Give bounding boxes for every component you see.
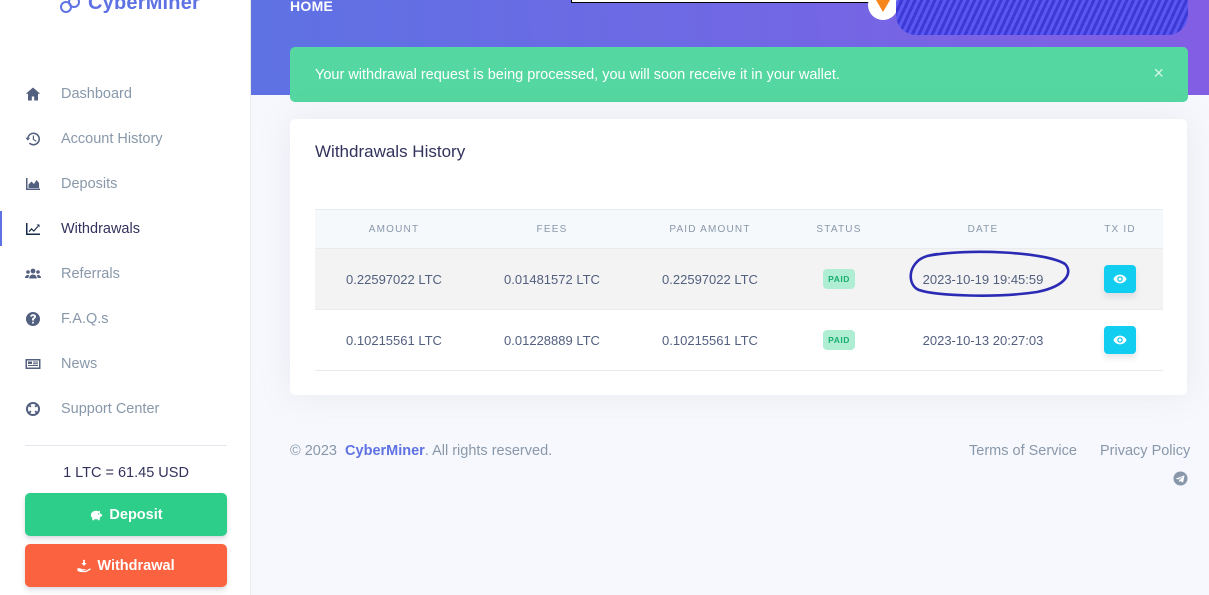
eye-icon: [1113, 335, 1127, 345]
sidebar-item-label: Withdrawals: [61, 220, 140, 237]
fees-cell: 0.01481572 LTC: [504, 271, 600, 287]
close-icon[interactable]: ×: [1153, 63, 1164, 83]
date-cell: 2023-10-19 19:45:59: [889, 250, 1077, 297]
table-header: AMOUNT FEES PAID AMOUNT STATUS DATE TX I…: [315, 209, 1163, 249]
withdrawal-button[interactable]: Withdrawal: [25, 544, 227, 587]
withdrawal-button-label: Withdrawal: [97, 557, 175, 574]
sidebar-nav: Dashboard Account History Deposits Withd…: [0, 71, 251, 431]
view-tx-button[interactable]: [1104, 265, 1136, 293]
status-badge: PAID: [823, 330, 855, 350]
tx-id-cell: [1077, 326, 1163, 354]
date-text: 2023-10-19 19:45:59: [922, 271, 1044, 287]
card-title: Withdrawals History: [315, 142, 466, 161]
sidebar-item-label: Dashboard: [61, 85, 132, 102]
lifebuoy-icon: [24, 400, 42, 418]
sidebar-divider: [25, 445, 227, 446]
sidebar-item-withdrawals[interactable]: Withdrawals: [0, 206, 251, 251]
sidebar-item-support-center[interactable]: Support Center: [0, 386, 251, 431]
paid-amount-cell: 0.22597022 LTC: [662, 271, 758, 287]
sidebar-item-label: Deposits: [61, 175, 118, 192]
sidebar-item-dashboard[interactable]: Dashboard: [0, 71, 251, 116]
withdrawals-table: AMOUNT FEES PAID AMOUNT STATUS DATE TX I…: [315, 209, 1163, 371]
sidebar: CyberMiner Dashboard Account History Dep…: [0, 0, 251, 595]
sidebar-item-label: Account History: [61, 130, 163, 147]
date-cell: 2023-10-13 20:27:03: [922, 332, 1044, 348]
status-cell: PAID: [789, 330, 889, 350]
amount-cell: 0.22597022 LTC: [346, 271, 442, 287]
column-header-tx-id: TX ID: [1104, 223, 1136, 235]
logo-icon: [58, 0, 84, 15]
redacted-username: [896, 0, 1188, 35]
footer-brand-link[interactable]: CyberMiner: [345, 443, 425, 459]
history-icon: [24, 130, 42, 148]
sidebar-item-label: Referrals: [61, 265, 120, 282]
fees-cell: 0.01228889 LTC: [504, 332, 600, 348]
status-cell: PAID: [789, 269, 889, 289]
column-header-amount: AMOUNT: [368, 223, 420, 235]
copyright-prefix: © 2023: [290, 443, 337, 459]
brand-logo[interactable]: CyberMiner: [58, 0, 200, 15]
alert-message: Your withdrawal request is being process…: [315, 66, 840, 83]
avatar[interactable]: [868, 0, 898, 20]
deposit-button-label: Deposit: [109, 506, 163, 523]
copyright-suffix: . All rights reserved.: [424, 443, 553, 459]
hand-holding-usd-icon: [77, 559, 92, 572]
fox-icon: [876, 0, 890, 12]
terms-of-service-link[interactable]: Terms of Service: [969, 443, 1077, 459]
privacy-policy-link[interactable]: Privacy Policy: [1100, 443, 1190, 459]
brand-name: CyberMiner: [88, 0, 201, 14]
column-header-date: DATE: [967, 223, 999, 235]
sidebar-item-referrals[interactable]: Referrals: [0, 251, 251, 296]
eye-icon: [1113, 274, 1127, 284]
users-icon: [24, 265, 42, 283]
date-annotated: 2023-10-19 19:45:59: [909, 250, 1070, 297]
amount-cell: 0.10215561 LTC: [346, 332, 442, 348]
column-header-fees: FEES: [536, 223, 568, 235]
sidebar-item-label: News: [61, 355, 98, 372]
column-header-status: STATUS: [816, 223, 862, 235]
withdrawals-history-card: Withdrawals History AMOUNT FEES PAID AMO…: [290, 119, 1187, 395]
newspaper-icon: [24, 355, 42, 373]
line-chart-icon: [24, 220, 42, 238]
telegram-icon[interactable]: [1173, 471, 1188, 486]
page-title: HOME: [290, 0, 334, 14]
deposit-button[interactable]: Deposit: [25, 493, 227, 536]
paid-amount-cell: 0.10215561 LTC: [662, 332, 758, 348]
exchange-rate: 1 LTC = 61.45 USD: [63, 465, 189, 481]
piggy-bank-icon: [91, 510, 103, 520]
column-header-paid-amount: PAID AMOUNT: [669, 223, 751, 235]
table-row: 0.22597022 LTC 0.01481572 LTC 0.22597022…: [315, 249, 1163, 310]
success-alert: Your withdrawal request is being process…: [290, 47, 1188, 102]
footer-copyright: © 2023 CyberMiner. All rights reserved.: [290, 443, 552, 459]
question-circle-icon: [24, 310, 42, 328]
home-icon: [24, 85, 42, 103]
table-row: 0.10215561 LTC 0.01228889 LTC 0.10215561…: [315, 310, 1163, 371]
area-chart-icon: [24, 175, 42, 193]
sidebar-item-label: F.A.Q.s: [61, 310, 109, 327]
sidebar-item-deposits[interactable]: Deposits: [0, 161, 251, 206]
sidebar-item-faqs[interactable]: F.A.Q.s: [0, 296, 251, 341]
sidebar-item-account-history[interactable]: Account History: [0, 116, 251, 161]
sidebar-item-label: Support Center: [61, 400, 160, 417]
tx-id-cell: [1077, 265, 1163, 293]
status-badge: PAID: [823, 269, 855, 289]
view-tx-button[interactable]: [1104, 326, 1136, 354]
sidebar-item-news[interactable]: News: [0, 341, 251, 386]
